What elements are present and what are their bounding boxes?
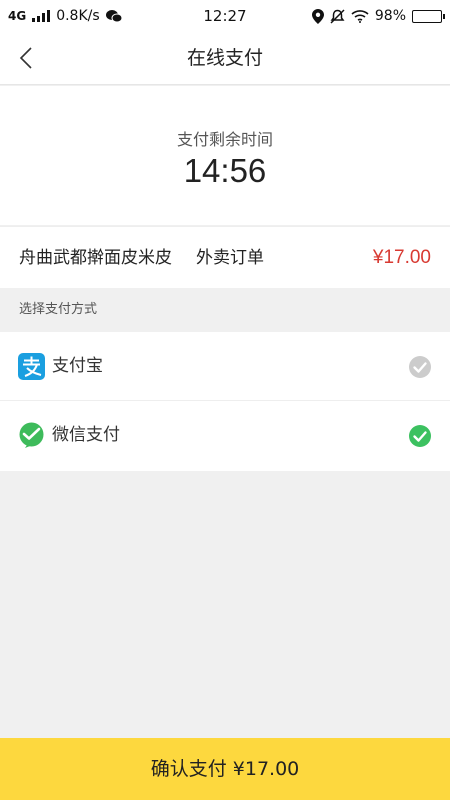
location-icon — [311, 8, 324, 24]
nav-bar: 在线支付 — [0, 32, 450, 85]
payment-option-label: 微信支付 — [52, 425, 120, 445]
confirm-payment-button[interactable]: 确认支付 ¥17.00 — [0, 738, 450, 800]
battery-icon — [412, 9, 445, 23]
mute-bell-icon — [330, 8, 345, 24]
order-summary: 舟曲武都擀面皮米皮 外卖订单 ¥17.00 — [0, 226, 450, 288]
countdown-label: 支付剩余时间 — [176, 130, 273, 149]
payment-method-list: 支付宝 微信支付 — [0, 332, 450, 471]
battery-percent: 98% — [374, 8, 406, 24]
countdown-panel: 支付剩余时间 14:56 — [0, 86, 450, 225]
status-right: 98% — [311, 0, 445, 32]
status-bar: 4G 0.8K/s 12:27 98% — [0, 0, 450, 32]
unselected-check-icon — [409, 356, 431, 378]
wifi-icon — [351, 10, 369, 23]
payment-section-label: 选择支付方式 — [19, 302, 98, 317]
selected-check-icon — [409, 425, 431, 447]
order-type: 外卖订单 — [196, 248, 264, 268]
alipay-icon — [18, 353, 45, 380]
payment-option-label: 支付宝 — [52, 356, 103, 376]
wechat-pay-icon — [19, 422, 44, 448]
order-store-name: 舟曲武都擀面皮米皮 — [19, 248, 172, 268]
page-title: 在线支付 — [186, 47, 263, 69]
order-price: ¥17.00 — [372, 247, 431, 268]
payment-option-alipay[interactable]: 支付宝 — [0, 332, 450, 401]
payment-option-wechat[interactable]: 微信支付 — [0, 401, 450, 470]
countdown-value: 14:56 — [183, 152, 267, 189]
